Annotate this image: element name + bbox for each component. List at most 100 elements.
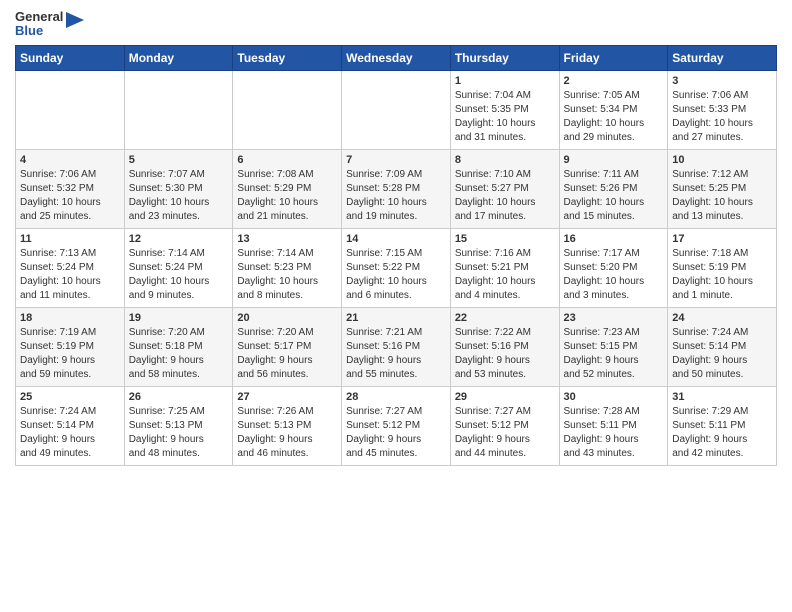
day-number: 2 [564,75,664,87]
day-info: Sunrise: 7:08 AMSunset: 5:29 PMDaylight:… [237,168,337,224]
calendar-week-row: 11Sunrise: 7:13 AMSunset: 5:24 PMDayligh… [16,228,777,307]
calendar-cell: 31 Sunrise: 7:29 AMSunset: 5:11 PMDayligh… [668,386,777,465]
day-number: 15 [455,233,555,245]
calendar-header-row: SundayMondayTuesdayWednesdayThursdayFrid… [16,45,777,70]
day-number: 22 [455,312,555,324]
calendar-cell: 9 Sunrise: 7:11 AMSunset: 5:26 PMDaylight… [559,149,668,228]
day-number: 16 [564,233,664,245]
calendar-cell: 21 Sunrise: 7:21 AMSunset: 5:16 PMDayligh… [342,307,451,386]
calendar-cell: 16 Sunrise: 7:17 AMSunset: 5:20 PMDayligh… [559,228,668,307]
day-info: Sunrise: 7:24 AMSunset: 5:14 PMDaylight:… [20,405,120,461]
day-number: 13 [237,233,337,245]
day-info: Sunrise: 7:04 AMSunset: 5:35 PMDaylight:… [455,89,555,145]
logo-triangle-icon [66,12,84,34]
day-number: 26 [129,391,229,403]
logo-general: General [15,10,63,24]
day-number: 28 [346,391,446,403]
day-info: Sunrise: 7:13 AMSunset: 5:24 PMDaylight:… [20,247,120,303]
calendar-cell [233,70,342,149]
day-number: 6 [237,154,337,166]
day-info: Sunrise: 7:23 AMSunset: 5:15 PMDaylight:… [564,326,664,382]
calendar-cell: 3Sunrise: 7:06 AMSunset: 5:33 PMDaylight… [668,70,777,149]
day-number: 23 [564,312,664,324]
day-info: Sunrise: 7:20 AMSunset: 5:18 PMDaylight:… [129,326,229,382]
calendar-cell: 28Sunrise: 7:27 AMSunset: 5:12 PMDayligh… [342,386,451,465]
day-number: 9 [564,154,664,166]
calendar-cell: 15 Sunrise: 7:16 AMSunset: 5:21 PMDayligh… [450,228,559,307]
calendar-cell [16,70,125,149]
day-info: Sunrise: 7:29 AMSunset: 5:11 PMDaylight:… [672,405,772,461]
day-number: 10 [672,154,772,166]
day-info: Sunrise: 7:10 AMSunset: 5:27 PMDaylight:… [455,168,555,224]
day-number: 8 [455,154,555,166]
day-number: 4 [20,154,120,166]
day-number: 24 [672,312,772,324]
calendar-cell: 12 Sunrise: 7:14 AMSunset: 5:24 PMDayligh… [124,228,233,307]
calendar-cell: 29Sunrise: 7:27 AMSunset: 5:12 PMDayligh… [450,386,559,465]
calendar-cell [342,70,451,149]
calendar-table: SundayMondayTuesdayWednesdayThursdayFrid… [15,45,777,466]
day-number: 18 [20,312,120,324]
calendar-cell: 22 Sunrise: 7:22 AMSunset: 5:16 PMDayligh… [450,307,559,386]
day-number: 14 [346,233,446,245]
calendar-cell: 10 Sunrise: 7:12 AMSunset: 5:25 PMDayligh… [668,149,777,228]
day-info: Sunrise: 7:16 AMSunset: 5:21 PMDaylight:… [455,247,555,303]
day-info: Sunrise: 7:20 AMSunset: 5:17 PMDaylight:… [237,326,337,382]
day-info: Sunrise: 7:25 AMSunset: 5:13 PMDaylight:… [129,405,229,461]
calendar-cell: 4 Sunrise: 7:06 AMSunset: 5:32 PMDaylight… [16,149,125,228]
day-info: Sunrise: 7:18 AMSunset: 5:19 PMDaylight:… [672,247,772,303]
day-info: Sunrise: 7:14 AMSunset: 5:24 PMDaylight:… [129,247,229,303]
day-number: 31 [672,391,772,403]
calendar-cell: 26 Sunrise: 7:25 AMSunset: 5:13 PMDayligh… [124,386,233,465]
day-number: 30 [564,391,664,403]
calendar-cell: 20Sunrise: 7:20 AMSunset: 5:17 PMDayligh… [233,307,342,386]
calendar-cell: 5 Sunrise: 7:07 AMSunset: 5:30 PMDaylight… [124,149,233,228]
day-number: 7 [346,154,446,166]
calendar-cell: 25 Sunrise: 7:24 AMSunset: 5:14 PMDayligh… [16,386,125,465]
logo-blue: Blue [15,24,63,38]
day-info: Sunrise: 7:06 AMSunset: 5:32 PMDaylight:… [20,168,120,224]
day-info: Sunrise: 7:22 AMSunset: 5:16 PMDaylight:… [455,326,555,382]
day-info: Sunrise: 7:11 AMSunset: 5:26 PMDaylight:… [564,168,664,224]
day-number: 25 [20,391,120,403]
calendar-cell: 23 Sunrise: 7:23 AMSunset: 5:15 PMDayligh… [559,307,668,386]
weekday-header-monday: Monday [124,45,233,70]
day-info: Sunrise: 7:27 AMSunset: 5:12 PMDaylight:… [455,405,555,461]
calendar-cell: 1 Sunrise: 7:04 AMSunset: 5:35 PMDaylight… [450,70,559,149]
day-number: 1 [455,75,555,87]
day-info: Sunrise: 7:07 AMSunset: 5:30 PMDaylight:… [129,168,229,224]
day-info: Sunrise: 7:21 AMSunset: 5:16 PMDaylight:… [346,326,446,382]
day-number: 19 [129,312,229,324]
weekday-header-sunday: Sunday [16,45,125,70]
day-info: Sunrise: 7:19 AMSunset: 5:19 PMDaylight:… [20,326,120,382]
calendar-cell: 19 Sunrise: 7:20 AMSunset: 5:18 PMDayligh… [124,307,233,386]
day-info: Sunrise: 7:26 AMSunset: 5:13 PMDaylight:… [237,405,337,461]
calendar-cell: 13 Sunrise: 7:14 AMSunset: 5:23 PMDayligh… [233,228,342,307]
calendar-cell: 30 Sunrise: 7:28 AMSunset: 5:11 PMDayligh… [559,386,668,465]
calendar-week-row: 25 Sunrise: 7:24 AMSunset: 5:14 PMDayligh… [16,386,777,465]
day-number: 12 [129,233,229,245]
calendar-week-row: 4 Sunrise: 7:06 AMSunset: 5:32 PMDaylight… [16,149,777,228]
day-info: Sunrise: 7:24 AMSunset: 5:14 PMDaylight:… [672,326,772,382]
calendar-cell [124,70,233,149]
calendar-cell: 24 Sunrise: 7:24 AMSunset: 5:14 PMDayligh… [668,307,777,386]
day-info: Sunrise: 7:28 AMSunset: 5:11 PMDaylight:… [564,405,664,461]
day-info: Sunrise: 7:12 AMSunset: 5:25 PMDaylight:… [672,168,772,224]
calendar-cell: 17Sunrise: 7:18 AMSunset: 5:19 PMDayligh… [668,228,777,307]
day-info: Sunrise: 7:14 AMSunset: 5:23 PMDaylight:… [237,247,337,303]
day-info: Sunrise: 7:15 AMSunset: 5:22 PMDaylight:… [346,247,446,303]
calendar-cell: 2Sunrise: 7:05 AMSunset: 5:34 PMDaylight… [559,70,668,149]
day-number: 21 [346,312,446,324]
day-number: 5 [129,154,229,166]
calendar-cell: 14 Sunrise: 7:15 AMSunset: 5:22 PMDayligh… [342,228,451,307]
logo-text: General Blue [15,10,63,39]
weekday-header-tuesday: Tuesday [233,45,342,70]
day-info: Sunrise: 7:17 AMSunset: 5:20 PMDaylight:… [564,247,664,303]
calendar-week-row: 1 Sunrise: 7:04 AMSunset: 5:35 PMDaylight… [16,70,777,149]
page-container: General Blue SundayMondayTuesdayWednesda… [0,0,792,476]
calendar-cell: 18 Sunrise: 7:19 AMSunset: 5:19 PMDayligh… [16,307,125,386]
day-info: Sunrise: 7:06 AMSunset: 5:33 PMDaylight:… [672,89,772,145]
calendar-cell: 11Sunrise: 7:13 AMSunset: 5:24 PMDayligh… [16,228,125,307]
calendar-cell: 27Sunrise: 7:26 AMSunset: 5:13 PMDayligh… [233,386,342,465]
calendar-cell: 6 Sunrise: 7:08 AMSunset: 5:29 PMDaylight… [233,149,342,228]
